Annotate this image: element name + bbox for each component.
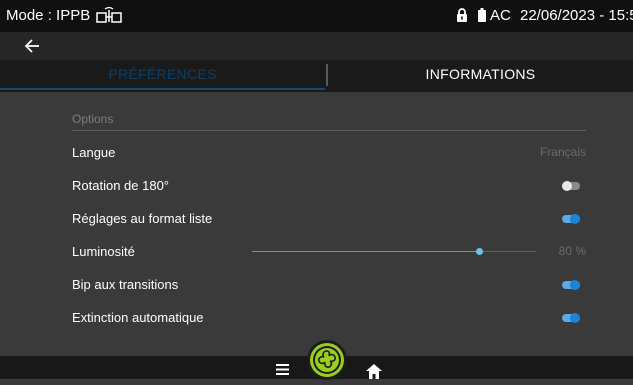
menu-icon[interactable] [276,364,289,375]
setting-row-langue[interactable]: Langue Français [72,142,586,164]
status-bar: Mode : IPPB AC 22/06/2023 - 15:5 [0,0,633,32]
setting-row-auto-shutdown: Extinction automatique [72,307,586,329]
mode-label: Mode : IPPB [6,7,91,24]
toggle-knob [562,181,572,191]
section-divider [72,130,586,131]
home-icon[interactable] [366,364,382,379]
setting-label: Extinction automatique [72,310,204,325]
setting-row-rotation: Rotation de 180° [72,175,586,197]
options-panel: Options Langue Français Rotation de 180°… [0,92,633,356]
back-arrow-icon[interactable] [24,39,40,53]
setting-label: Bip aux transitions [72,277,179,292]
navigation-bar [0,32,633,60]
toggle-knob [570,280,580,290]
setting-row-transition-beep: Bip aux transitions [72,274,586,296]
list-format-toggle[interactable] [562,214,580,224]
app-logo-icon [310,343,344,377]
active-tab-indicator [0,88,325,90]
setting-label: Rotation de 180° [72,178,169,193]
mode-device-icon [96,6,122,23]
slider-fill [252,251,480,252]
lock-icon [457,8,467,22]
transition-beep-toggle[interactable] [562,280,580,290]
tab-informations[interactable]: INFORMATIONS [328,60,633,92]
setting-label: Langue [72,145,116,160]
battery-icon [478,8,486,22]
slider-thumb[interactable] [476,248,484,255]
rotation-toggle[interactable] [562,181,580,191]
tab-bar: PRÉFÉRENCES INFORMATIONS [0,60,633,92]
section-title: Options [72,112,114,126]
setting-row-list-format: Réglages au format liste [72,208,586,230]
power-source-label: AC [490,7,511,24]
datetime-label: 22/06/2023 - 15:5 [520,7,633,24]
language-value[interactable]: Français [540,145,586,159]
setting-label: Réglages au format liste [72,211,213,226]
brightness-slider[interactable] [252,248,536,255]
setting-label: Luminosité [72,244,135,259]
brightness-value: 80 % [558,244,586,258]
toggle-knob [570,214,580,224]
app-logo-button[interactable] [307,340,347,380]
toggle-knob [570,313,580,323]
setting-row-brightness: Luminosité 80 % [72,241,586,263]
auto-shutdown-toggle[interactable] [562,313,580,323]
